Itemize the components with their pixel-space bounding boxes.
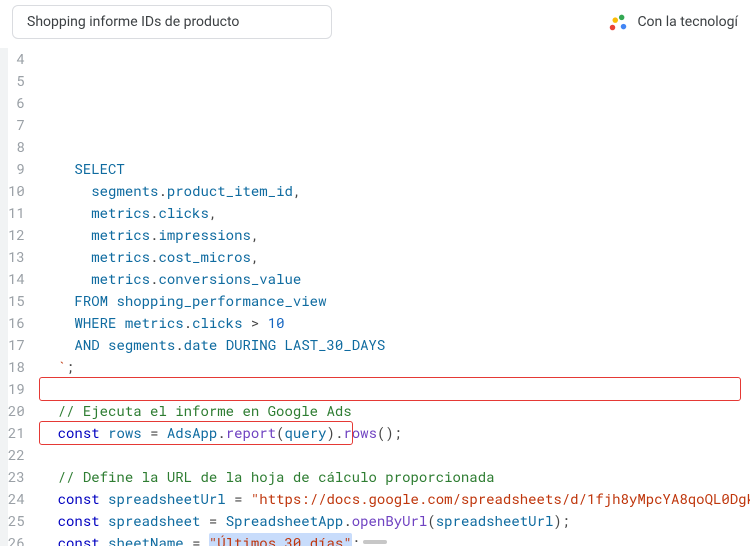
code-line[interactable]: AND segments.date DURING LAST_30_DAYS xyxy=(41,334,750,356)
code-line[interactable] xyxy=(41,378,750,400)
editor-area: 4567891011121314151617181920212223242526… xyxy=(0,48,750,546)
code-line[interactable]: // Ejecuta el informe en Google Ads xyxy=(41,400,750,422)
code-line[interactable]: metrics.impressions, xyxy=(41,224,750,246)
apps-script-logo-icon xyxy=(607,11,629,33)
line-number: 21 xyxy=(8,422,25,444)
line-number: 4 xyxy=(8,48,25,70)
line-number: 24 xyxy=(8,488,25,510)
line-number: 13 xyxy=(8,246,25,268)
code-line[interactable]: metrics.cost_micros, xyxy=(41,246,750,268)
code-line[interactable]: WHERE metrics.clicks > 10 xyxy=(41,312,750,334)
line-number: 14 xyxy=(8,268,25,290)
line-number: 12 xyxy=(8,224,25,246)
line-number: 17 xyxy=(8,334,25,356)
code-line[interactable]: SELECT xyxy=(41,158,750,180)
script-title-input[interactable]: Shopping informe IDs de producto xyxy=(12,5,332,39)
left-rail xyxy=(0,48,8,546)
code-line[interactable]: const spreadsheetUrl = "https://docs.goo… xyxy=(41,488,750,510)
code-line[interactable]: FROM shopping_performance_view xyxy=(41,290,750,312)
line-number: 16 xyxy=(8,312,25,334)
line-number-gutter: 4567891011121314151617181920212223242526… xyxy=(8,48,37,546)
brand-text: Con la tecnologí xyxy=(637,14,738,30)
line-number: 6 xyxy=(8,92,25,114)
line-number: 25 xyxy=(8,510,25,532)
line-number: 11 xyxy=(8,202,25,224)
line-number: 22 xyxy=(8,444,25,466)
header-bar: Shopping informe IDs de producto Con la … xyxy=(0,0,750,48)
code-line[interactable]: const rows = AdsApp.report(query).rows()… xyxy=(41,422,750,444)
line-number: 23 xyxy=(8,466,25,488)
code-content[interactable]: SELECT segments.product_item_id, metrics… xyxy=(37,48,750,546)
code-line[interactable]: `; xyxy=(41,356,750,378)
line-number: 8 xyxy=(8,136,25,158)
line-number: 20 xyxy=(8,400,25,422)
code-line[interactable]: const spreadsheet = SpreadsheetApp.openB… xyxy=(41,510,750,532)
code-line[interactable]: metrics.conversions_value xyxy=(41,268,750,290)
code-line[interactable]: // Define la URL de la hoja de cálculo p… xyxy=(41,466,750,488)
line-number: 5 xyxy=(8,70,25,92)
code-line[interactable]: metrics.clicks, xyxy=(41,202,750,224)
line-number: 10 xyxy=(8,180,25,202)
line-number: 15 xyxy=(8,290,25,312)
code-line[interactable] xyxy=(41,444,750,466)
code-line[interactable]: segments.product_item_id, xyxy=(41,180,750,202)
brand-area: Con la tecnologí xyxy=(607,11,738,33)
grip-icon xyxy=(363,540,387,544)
line-number: 7 xyxy=(8,114,25,136)
code-editor[interactable]: 4567891011121314151617181920212223242526… xyxy=(8,48,750,546)
line-number: 18 xyxy=(8,356,25,378)
script-title-text: Shopping informe IDs de producto xyxy=(27,14,239,30)
line-number: 9 xyxy=(8,158,25,180)
line-number: 19 xyxy=(8,378,25,400)
